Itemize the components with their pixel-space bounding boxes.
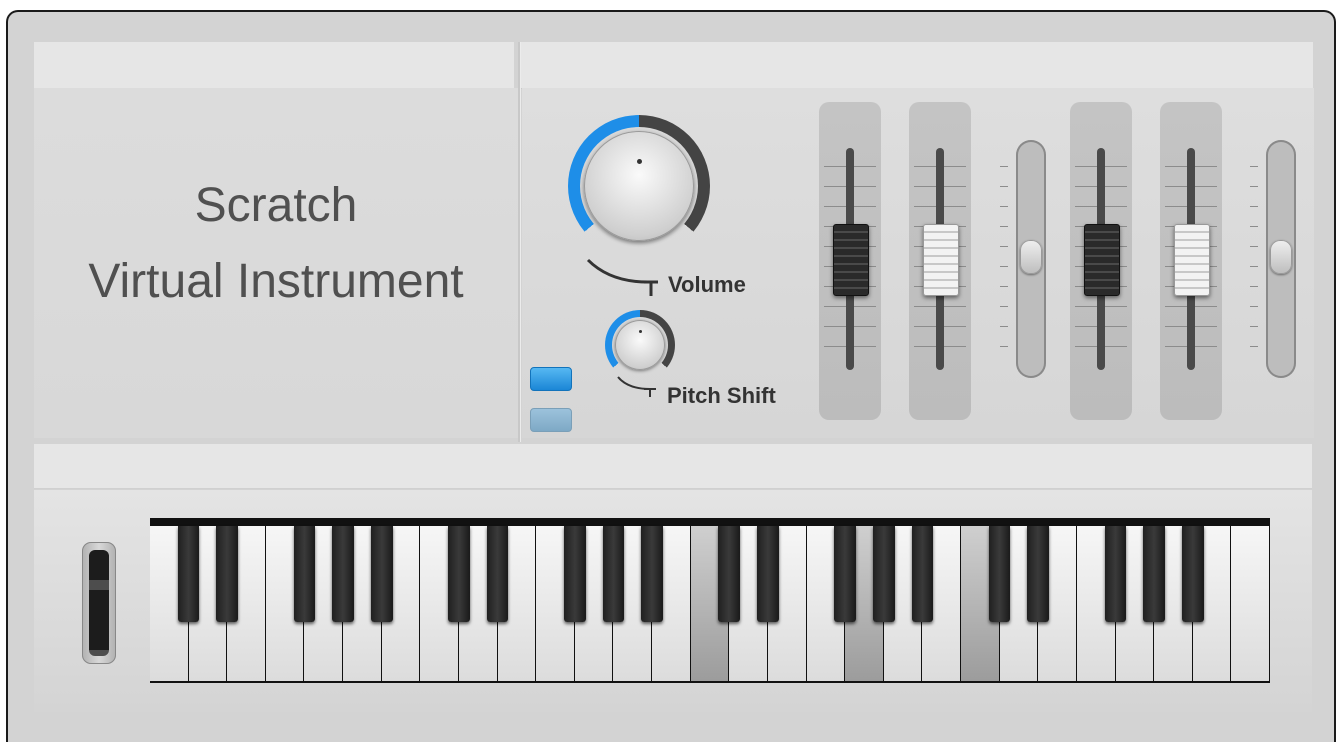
black-key[interactable] (1181, 526, 1204, 622)
black-key[interactable] (834, 526, 856, 622)
black-key[interactable] (872, 526, 895, 622)
pitch-bend-wheel[interactable] (82, 542, 116, 664)
volume-arc-line (586, 258, 658, 296)
add-button-secondary[interactable] (530, 408, 572, 432)
black-key[interactable] (911, 526, 934, 622)
volume-label: Volume (668, 272, 746, 297)
panel-divider (518, 42, 521, 442)
add-button[interactable] (530, 367, 572, 391)
pitch-shift-knob-indicator (638, 330, 642, 333)
black-key[interactable] (486, 526, 509, 622)
black-key[interactable] (757, 526, 779, 622)
slot-fader-2-scale (1250, 166, 1260, 366)
volume-knob-indicator (636, 159, 642, 164)
pitch-shift-knob[interactable] (615, 320, 665, 370)
black-key[interactable] (1143, 526, 1165, 622)
title-panel: Scratch Virtual Instrument (34, 88, 518, 438)
slot-fader-1-scale (1000, 166, 1010, 366)
slot-fader-2-handle[interactable] (1270, 240, 1292, 274)
black-key[interactable] (216, 526, 239, 622)
black-key[interactable] (988, 526, 1011, 622)
pitch-shift-label: Pitch Shift (667, 383, 776, 408)
fader-3-handle[interactable] (1084, 224, 1120, 296)
black-key[interactable] (564, 526, 586, 622)
fader-1-handle[interactable] (833, 224, 869, 296)
black-key[interactable] (332, 526, 354, 622)
white-key[interactable] (1231, 526, 1270, 681)
black-key[interactable] (1027, 526, 1050, 622)
keyboard-top-strip (34, 444, 1312, 489)
black-key[interactable] (177, 526, 200, 622)
pitch-bend-wheel-grip (89, 550, 109, 656)
black-key[interactable] (293, 526, 316, 622)
black-key[interactable] (602, 526, 625, 622)
top-strip-right (521, 42, 1313, 89)
black-key[interactable] (1104, 526, 1127, 622)
fader-4-handle[interactable] (1174, 224, 1210, 296)
black-key[interactable] (370, 526, 393, 622)
instrument-title-line1: Scratch (194, 179, 358, 232)
black-key[interactable] (641, 526, 663, 622)
slot-fader-1-handle[interactable] (1020, 240, 1042, 274)
black-key[interactable] (448, 526, 470, 622)
pitch-shift-arc-line (617, 376, 656, 397)
top-strip-left (34, 42, 514, 89)
black-key[interactable] (718, 526, 741, 622)
fader-2-handle[interactable] (923, 224, 959, 296)
volume-knob[interactable] (584, 131, 694, 241)
piano-keyboard (150, 518, 1270, 683)
instrument-title-line2: Virtual Instrument (88, 255, 464, 308)
